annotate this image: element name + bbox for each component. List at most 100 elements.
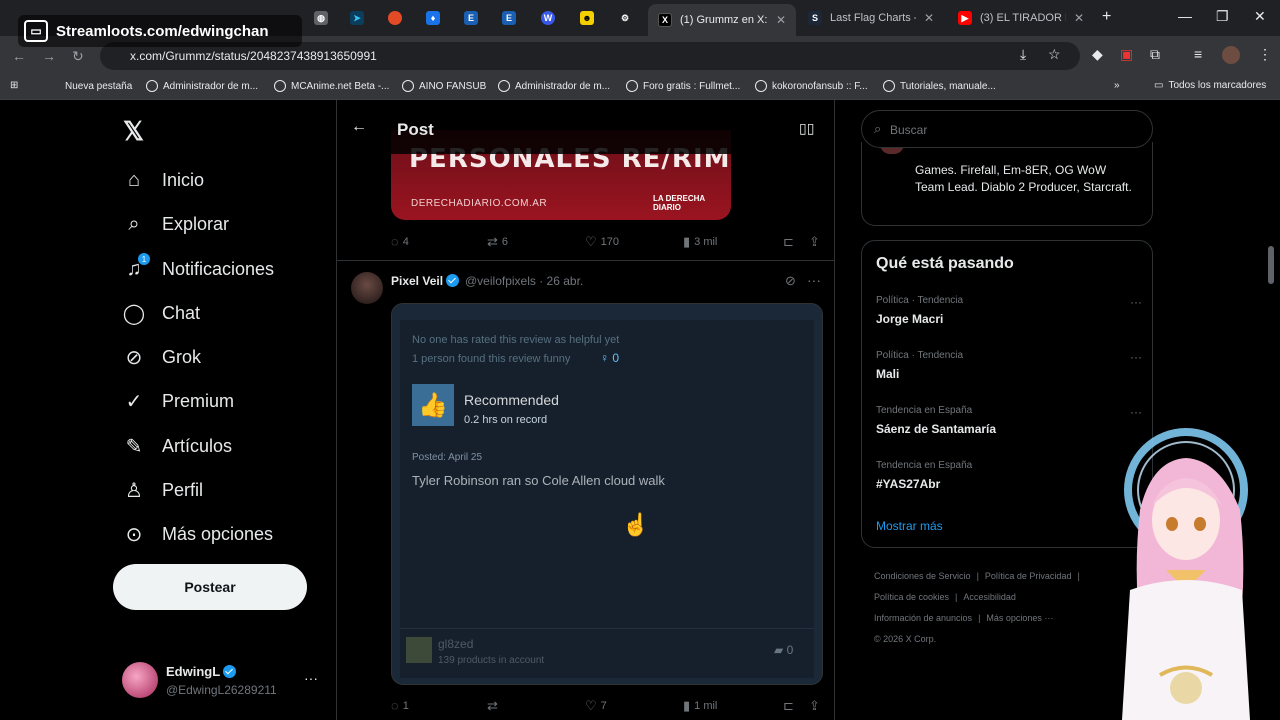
sidebar-item-mas-opciones[interactable]: ⊙ Más opciones <box>122 514 273 554</box>
tab-last-flag[interactable]: S Last Flag Charts - Ste ✕ <box>798 4 944 32</box>
bookmark-item[interactable]: Tutoriales, manuale... <box>883 80 996 92</box>
apps-grid-icon[interactable]: ⊞ <box>10 80 18 91</box>
sidebar-item-label: Notificaciones <box>162 258 275 279</box>
footer-link[interactable]: Política de cookies <box>874 592 949 602</box>
tab-grummz[interactable]: X (1) Grummz en X: "C ✕ <box>648 4 796 36</box>
reply-button[interactable]: ◌ 4 <box>391 234 409 249</box>
more-icon[interactable]: ··· <box>304 670 318 686</box>
bookmark-item[interactable]: MCAnime.net Beta -... <box>274 80 389 92</box>
arrow-tab-icon[interactable]: ➤ <box>350 11 364 25</box>
close-tab-icon[interactable]: ✕ <box>924 11 934 25</box>
bookmark-item[interactable]: Nueva pestaña <box>52 80 132 92</box>
banner-site: DERECHADIARIO.COM.AR <box>411 198 548 209</box>
bookmark-star-icon[interactable]: ☆ <box>1048 46 1061 63</box>
footer-link[interactable]: Política de Privacidad <box>985 571 1072 581</box>
sidebar-item-premium[interactable]: ✓ Premium <box>122 381 234 421</box>
bookmark-item[interactable]: kokoronofansub :: F... <box>755 80 868 92</box>
search-placeholder: Buscar <box>890 123 928 137</box>
install-app-icon[interactable]: ⤓ <box>1020 46 1026 63</box>
shield-tab-icon[interactable]: ♦ <box>426 11 440 25</box>
sidebar-item-articulos[interactable]: ✎ Artículos <box>122 426 232 466</box>
post-header: ← Post ▯▯ <box>337 100 834 154</box>
gear-tab-icon[interactable]: ⚙ <box>618 11 632 25</box>
account-handle: @EdwingL26289211 <box>166 683 277 697</box>
minimize-icon[interactable]: — <box>1178 8 1192 24</box>
more-icon[interactable]: ··· <box>807 272 821 288</box>
trend-item[interactable]: Política · Tendencia Mali ··· <box>876 350 1142 381</box>
red-circle-tab-icon[interactable] <box>388 11 402 25</box>
extension-icon[interactable]: ◆ <box>1092 46 1103 63</box>
sidebar-item-explorar[interactable]: ⌕ Explorar <box>122 204 229 244</box>
media-control-icon[interactable]: ≡ <box>1194 46 1202 62</box>
bookmark-item[interactable]: Administrador de m... <box>146 80 258 92</box>
sidebar-item-notificaciones[interactable]: ♫ 1 Notificaciones <box>122 249 274 289</box>
footer-link[interactable]: Condiciones de Servicio <box>874 571 971 581</box>
bookmark-item[interactable]: AINO FANSUB <box>402 80 486 92</box>
views-button[interactable]: ▮ 3 mil <box>683 234 717 250</box>
chrome-menu-icon[interactable]: ⋮ <box>1258 46 1272 63</box>
trend-item[interactable]: Política · Tendencia Jorge Macri ··· <box>876 295 1142 326</box>
back-icon[interactable]: ← <box>12 48 26 64</box>
award-row: ♀ 0 <box>600 351 620 365</box>
repost-button[interactable]: ⇄ 6 <box>487 234 508 250</box>
like-button[interactable]: ♡ 170 <box>585 234 619 250</box>
tweet-actions: ◌ 1 ⇄ ♡ 7 ▮ 1 mil ⊏ ⇪ <box>391 698 821 718</box>
yellow-tab-icon[interactable]: ☻ <box>580 11 594 25</box>
like-button[interactable]: ♡ 7 <box>585 698 607 714</box>
show-more-link[interactable]: Mostrar más <box>876 519 943 533</box>
profile-avatar-icon[interactable] <box>1222 46 1240 64</box>
sidebar-item-perfil[interactable]: ♙ Perfil <box>122 470 203 510</box>
sidebar-item-grok[interactable]: ⊘ Grok <box>122 337 201 377</box>
tweet-author-row[interactable]: Pixel Veil <box>391 274 460 288</box>
maximize-icon[interactable]: ❐ <box>1216 8 1229 25</box>
more-icon[interactable]: ··· <box>1130 295 1142 309</box>
footer-link[interactable]: Información de anuncios <box>874 613 972 623</box>
bookmark-item[interactable]: Foro gratis : Fullmet... <box>626 80 740 92</box>
bookmarks-overflow-icon[interactable]: » <box>1114 80 1120 91</box>
sidebar-item-label: Más opciones <box>162 523 274 544</box>
forward-icon[interactable]: → <box>42 48 56 64</box>
sidebar-item-chat[interactable]: ◯ Chat <box>122 293 200 333</box>
avatar[interactable] <box>351 272 383 304</box>
new-tab-icon[interactable]: + <box>1102 8 1111 26</box>
e-tab-icon[interactable]: E <box>464 11 478 25</box>
who-to-follow-card: Games. Firefall, Em-8ER, OG WoW Team Lea… <box>861 142 1153 226</box>
post-button[interactable]: Postear <box>113 564 307 610</box>
back-arrow-icon[interactable]: ← <box>351 118 367 136</box>
footer-link[interactable]: Accesibilidad <box>963 592 1016 602</box>
sidebar-item-inicio[interactable]: ⌂ Inicio <box>122 160 204 200</box>
bookmark-button[interactable]: ⊏ <box>783 698 794 714</box>
page-title: Post <box>397 120 434 139</box>
steam-review-image[interactable]: No one has rated this review as helpful … <box>391 303 823 685</box>
search-input[interactable]: ⌕ Buscar <box>861 110 1153 148</box>
scrollbar-thumb[interactable] <box>1268 246 1274 284</box>
extensions-puzzle-icon[interactable]: ⧉ <box>1150 46 1160 63</box>
repost-button[interactable]: ⇄ <box>487 698 502 714</box>
views-button[interactable]: ▮ 1 mil <box>683 698 717 714</box>
bookmark-item[interactable]: Administrador de m... <box>498 80 610 92</box>
account-switcher[interactable]: EdwingL @EdwingL26289211 ··· <box>122 660 322 704</box>
close-tab-icon[interactable]: ✕ <box>1074 11 1084 25</box>
wordpress-tab-icon[interactable]: W <box>541 11 555 25</box>
footer-link[interactable]: Más opciones ··· <box>986 613 1053 623</box>
share-button[interactable]: ⇪ <box>809 234 820 250</box>
globe-tab-icon[interactable]: ◍ <box>314 11 328 25</box>
trend-name: Jorge Macri <box>876 312 944 326</box>
close-window-icon[interactable]: ✕ <box>1254 8 1266 25</box>
review-funny: 1 person found this review funny <box>412 353 571 365</box>
more-icon[interactable]: ··· <box>1130 405 1142 419</box>
extension-red-icon[interactable]: ▣ <box>1120 46 1133 63</box>
share-button[interactable]: ⇪ <box>809 698 820 714</box>
e-tab-icon-2[interactable]: E <box>502 11 516 25</box>
tab-youtube[interactable]: ▶ (3) EL TIRADOR DE T ✕ <box>948 4 1094 32</box>
bookmark-button[interactable]: ⊏ <box>783 234 794 250</box>
reload-icon[interactable]: ↻ <box>72 48 84 65</box>
x-logo-icon[interactable]: 𝕏 <box>123 116 144 147</box>
close-tab-icon[interactable]: ✕ <box>776 13 786 27</box>
views-icon: ▮ <box>683 698 691 713</box>
bookmark-folder[interactable]: ▭ Todos los marcadores <box>1154 80 1266 91</box>
reader-mode-icon[interactable]: ▯▯ <box>799 120 814 137</box>
more-icon[interactable]: ··· <box>1130 350 1142 364</box>
grok-explain-icon[interactable]: ⊘ <box>785 273 796 289</box>
reply-button[interactable]: ◌ 1 <box>391 698 409 713</box>
